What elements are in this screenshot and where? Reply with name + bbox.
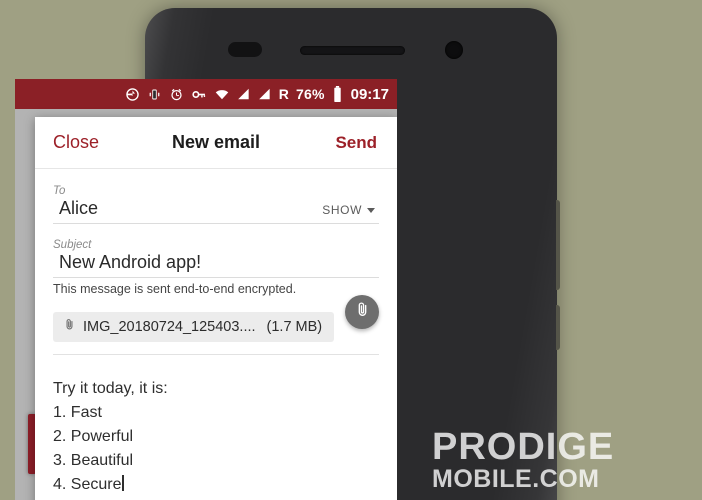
recipient-field[interactable]: To Alice SHOW bbox=[35, 185, 397, 224]
signal-bars-icon-1 bbox=[237, 87, 251, 101]
vibrate-icon bbox=[147, 87, 162, 102]
text-cursor bbox=[122, 475, 124, 491]
proximity-sensor bbox=[228, 42, 262, 57]
vpn-key-icon bbox=[191, 87, 207, 102]
to-label: To bbox=[53, 185, 66, 197]
screenshot-stage: R 76% 09:17 Close New email Send To Alic… bbox=[0, 0, 702, 500]
download-sync-icon bbox=[125, 87, 140, 102]
attachment-filename: IMG_20180724_125403.... bbox=[83, 319, 256, 335]
roaming-indicator: R bbox=[278, 86, 289, 102]
close-button[interactable]: Close bbox=[53, 132, 99, 153]
body-line: Try it today, it is: bbox=[53, 380, 168, 397]
wifi-icon bbox=[214, 87, 230, 102]
body-line: 3. Beautiful bbox=[53, 452, 134, 469]
subject-input[interactable]: New Android app! bbox=[53, 252, 379, 276]
attachment-chip[interactable]: IMG_20180724_125403.... (1.7 MB) bbox=[53, 312, 335, 342]
power-button[interactable] bbox=[556, 305, 560, 350]
compose-toolbar: Close New email Send bbox=[35, 117, 397, 169]
status-bar: R 76% 09:17 bbox=[15, 79, 397, 109]
status-bar-clock: 09:17 bbox=[350, 85, 389, 103]
paperclip-icon bbox=[354, 301, 371, 323]
message-body-input[interactable]: Try it today, it is: 1. Fast 2. Powerful… bbox=[35, 355, 397, 497]
alarm-icon bbox=[169, 87, 184, 102]
volume-button[interactable] bbox=[556, 200, 560, 290]
attach-file-button[interactable] bbox=[345, 295, 379, 329]
subject-underline bbox=[53, 277, 379, 278]
battery-percent-label: 76% bbox=[296, 86, 325, 102]
body-line-text: 4. Secure bbox=[53, 476, 122, 493]
earpiece-speaker bbox=[300, 46, 405, 55]
paperclip-icon bbox=[63, 317, 76, 337]
attachment-size: (1.7 MB) bbox=[266, 319, 323, 335]
send-button[interactable]: Send bbox=[335, 133, 377, 153]
signal-bars-icon-2 bbox=[258, 87, 272, 101]
body-line: 1. Fast bbox=[53, 404, 102, 421]
to-underline bbox=[53, 223, 379, 224]
subject-field[interactable]: Subject New Android app! bbox=[35, 239, 397, 278]
body-line-with-cursor: 4. Secure bbox=[53, 473, 379, 497]
encryption-notice: This message is sent end-to-end encrypte… bbox=[53, 282, 297, 296]
chevron-down-icon bbox=[367, 208, 375, 213]
battery-icon bbox=[332, 86, 343, 102]
attachment-row: IMG_20180724_125403.... (1.7 MB) bbox=[35, 312, 397, 342]
subject-label: Subject bbox=[53, 239, 92, 251]
phone-screen: R 76% 09:17 Close New email Send To Alic… bbox=[15, 79, 397, 500]
body-line: 2. Powerful bbox=[53, 428, 134, 445]
show-toggle-label: SHOW bbox=[322, 203, 362, 217]
show-recipients-toggle[interactable]: SHOW bbox=[322, 203, 375, 217]
compose-dialog: Close New email Send To Alice SHOW Subje… bbox=[35, 117, 397, 500]
front-camera bbox=[445, 41, 463, 59]
